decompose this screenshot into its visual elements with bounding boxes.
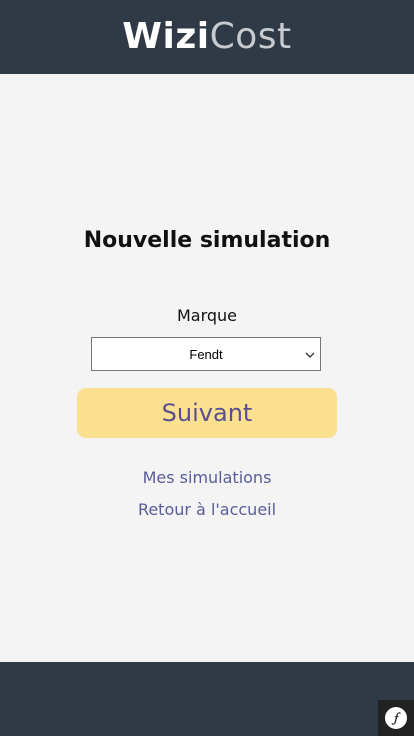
next-button[interactable]: Suivant: [77, 388, 337, 438]
back-home-link[interactable]: Retour à l'accueil: [0, 500, 414, 519]
app-footer: [0, 662, 414, 736]
page-title: Nouvelle simulation: [83, 228, 331, 253]
app-header: WiziCost: [0, 0, 414, 74]
brand-label: Marque: [176, 306, 238, 325]
brand-select-value: Fendt: [189, 346, 223, 362]
app-logo[interactable]: WiziCost: [122, 19, 291, 55]
main-content: Nouvelle simulation Marque Fendt Suivant…: [0, 74, 414, 662]
logo-wizi: Wizi: [122, 16, 210, 57]
logo-cost: Cost: [209, 16, 292, 57]
symfony-debug-toolbar-toggle[interactable]: [378, 700, 414, 736]
brand-select[interactable]: Fendt: [91, 337, 321, 371]
symfony-icon: [385, 707, 407, 729]
chevron-down-icon: [305, 352, 315, 358]
my-simulations-link[interactable]: Mes simulations: [0, 468, 414, 487]
